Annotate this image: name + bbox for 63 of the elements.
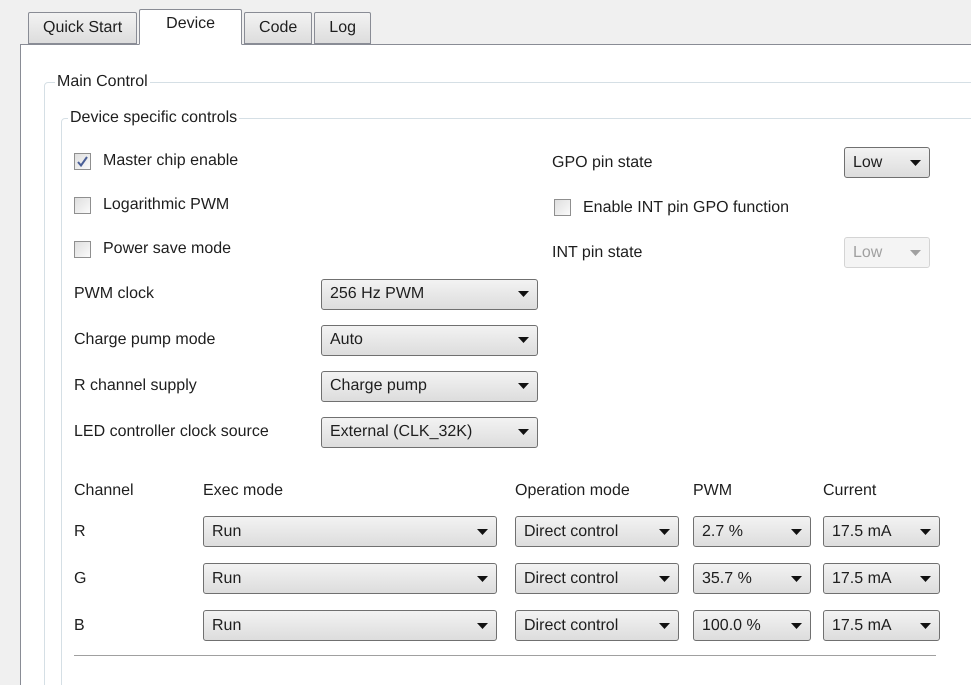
caret-icon [910, 160, 921, 166]
caret-icon [477, 622, 488, 628]
current-dropdown[interactable]: 17.5 mA [823, 516, 940, 547]
channel-label: G [74, 570, 86, 588]
operation-mode-dropdown[interactable]: Direct control [515, 516, 679, 547]
exec-mode-dropdown[interactable]: Run [203, 563, 497, 594]
caret-icon [920, 576, 931, 582]
caret-icon [920, 528, 931, 534]
setting-label: LED controller clock source [74, 423, 270, 441]
group-title: Main Control [56, 73, 149, 91]
column-header: Channel [74, 481, 135, 501]
column-header: Operation mode [515, 481, 631, 501]
channel-label: R [74, 522, 86, 540]
checkbox[interactable] [74, 196, 91, 214]
setting-dropdown[interactable]: Charge pump [321, 370, 538, 402]
checkbox-label: Master chip enable [103, 152, 238, 170]
pin-state-dropdown[interactable]: Low [844, 147, 930, 178]
caret-icon [518, 291, 529, 297]
setting-label: INT pin state [552, 244, 642, 262]
caret-icon [791, 576, 802, 582]
checkbox[interactable] [554, 199, 571, 216]
setting-dropdown[interactable]: External (CLK_32K) [321, 416, 538, 448]
pwm-dropdown[interactable]: 2.7 % [693, 516, 811, 547]
caret-icon [659, 528, 670, 534]
column-header: PWM [693, 481, 734, 501]
tab[interactable]: Device [139, 9, 242, 45]
caret-icon [518, 337, 529, 343]
caret-icon [791, 528, 802, 534]
setting-label: PWM clock [74, 285, 155, 303]
tab[interactable]: Quick Start [28, 12, 138, 44]
current-dropdown[interactable]: 17.5 mA [823, 563, 940, 594]
setting-label: Charge pump mode [74, 331, 216, 349]
caret-icon [477, 576, 488, 582]
setting-dropdown[interactable]: 256 Hz PWM [321, 278, 538, 310]
exec-mode-dropdown[interactable]: Run [203, 516, 497, 547]
setting-dropdown[interactable]: Auto [321, 324, 538, 356]
setting-label: R channel supply [74, 377, 198, 395]
current-dropdown[interactable]: 17.5 mA [823, 610, 940, 641]
caret-icon [791, 622, 802, 628]
checkbox-label: Power save mode [103, 240, 232, 258]
tab[interactable]: Code [244, 12, 312, 44]
caret-icon [659, 576, 670, 582]
tab[interactable]: Log [314, 12, 371, 44]
checkbox[interactable] [74, 152, 91, 170]
caret-icon [910, 250, 921, 256]
checkbox[interactable] [74, 240, 91, 258]
caret-icon [518, 429, 529, 435]
checkbox-label: Logarithmic PWM [103, 196, 230, 214]
checkbox-label: Enable INT pin GPO function [583, 198, 790, 216]
caret-icon [920, 622, 931, 628]
setting-label: GPO pin state [552, 154, 652, 172]
exec-mode-dropdown[interactable]: Run [203, 610, 497, 641]
channel-label: B [74, 616, 85, 634]
operation-mode-dropdown[interactable]: Direct control [515, 563, 679, 594]
caret-icon [477, 528, 488, 534]
pwm-dropdown[interactable]: 100.0 % [693, 610, 811, 641]
caret-icon [518, 383, 529, 389]
operation-mode-dropdown[interactable]: Direct control [515, 610, 679, 641]
pwm-dropdown[interactable]: 35.7 % [693, 563, 811, 594]
caret-icon [659, 622, 670, 628]
column-header: Exec mode [203, 481, 284, 501]
group-title: Device specific controls [69, 109, 238, 127]
column-header: Current [823, 481, 878, 501]
